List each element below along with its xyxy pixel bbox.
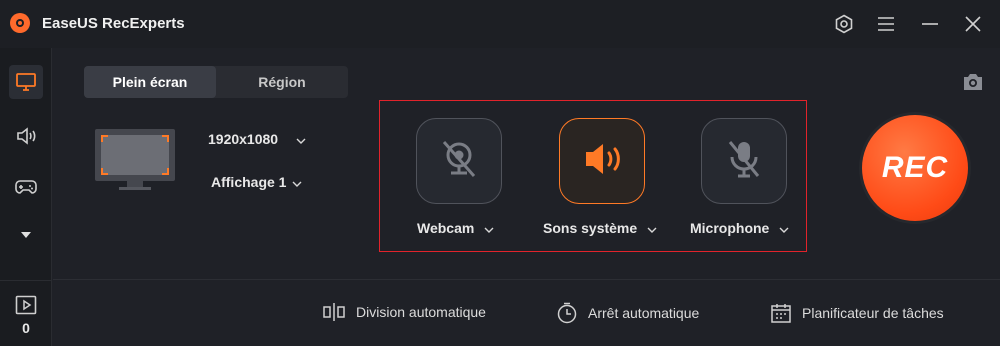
webcam-toggle[interactable] <box>416 118 502 204</box>
chevron-down-icon <box>779 220 789 236</box>
chevron-down-icon <box>484 220 494 236</box>
task-scheduler-button[interactable]: Planificateur de tâches <box>770 302 944 324</box>
system-sound-toggle[interactable] <box>559 118 645 204</box>
play-list-icon[interactable] <box>15 295 37 320</box>
chevron-down-icon <box>647 220 657 236</box>
monitor-icon <box>94 128 176 197</box>
system-sound-dropdown[interactable]: Sons système <box>543 220 657 236</box>
screenshot-camera-icon[interactable] <box>957 66 989 98</box>
tab-full-screen[interactable]: Plein écran <box>84 66 216 98</box>
speaker-icon <box>580 139 624 184</box>
settings-hex-icon[interactable] <box>830 10 858 38</box>
gamepad-icon[interactable] <box>9 170 43 204</box>
microphone-toggle[interactable] <box>701 118 787 204</box>
system-sound-label: Sons système <box>543 220 638 236</box>
webcam-dropdown[interactable]: Webcam <box>417 220 494 236</box>
resolution-dropdown[interactable]: 1920x1080 <box>208 131 306 147</box>
webcam-off-icon <box>437 137 481 186</box>
rec-button[interactable]: REC <box>862 115 968 221</box>
tab-region[interactable]: Région <box>216 66 348 98</box>
timer-icon <box>556 302 578 324</box>
microphone-label: Microphone <box>690 220 770 236</box>
title-bar: EaseUS RecExperts <box>0 0 1000 48</box>
screen-icon[interactable] <box>9 65 43 99</box>
microphone-off-icon <box>722 137 766 186</box>
split-icon <box>322 302 346 322</box>
resolution-value: 1920x1080 <box>208 131 279 147</box>
more-triangle-icon[interactable] <box>9 218 43 252</box>
audio-icon[interactable] <box>9 119 43 153</box>
microphone-dropdown[interactable]: Microphone <box>690 220 789 236</box>
display-value: Affichage 1 <box>211 174 287 190</box>
auto-split-button[interactable]: Division automatique <box>322 302 486 322</box>
menu-icon[interactable] <box>872 10 900 38</box>
app-logo-icon <box>10 13 30 33</box>
footer-divider <box>53 279 1000 280</box>
app-title: EaseUS RecExperts <box>42 15 185 32</box>
task-scheduler-label: Planificateur de tâches <box>802 305 944 321</box>
webcam-label: Webcam <box>417 220 475 236</box>
sidebar: 0 <box>0 48 52 346</box>
auto-stop-label: Arrêt automatique <box>588 305 700 321</box>
display-dropdown[interactable]: Affichage 1 <box>211 174 302 190</box>
calendar-icon <box>770 302 792 324</box>
chevron-down-icon <box>292 174 302 190</box>
auto-stop-button[interactable]: Arrêt automatique <box>556 302 699 324</box>
minimize-icon[interactable] <box>916 10 944 38</box>
chevron-down-icon <box>296 131 306 147</box>
recordings-count: 0 <box>22 320 30 336</box>
close-icon[interactable] <box>959 10 987 38</box>
mode-tabs: Plein écran Région <box>84 66 348 98</box>
recordings-panel[interactable]: 0 <box>0 280 52 346</box>
auto-split-label: Division automatique <box>356 304 486 320</box>
